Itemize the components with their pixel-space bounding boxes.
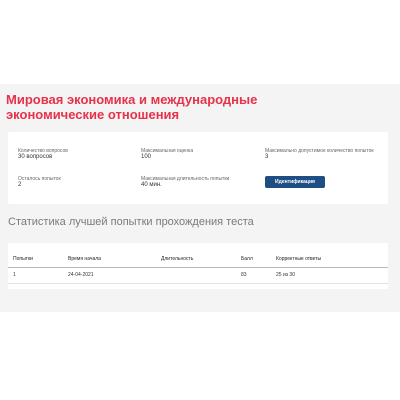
max-duration-field: Максимальная длительность попытки 40 мин… [141, 176, 256, 189]
attempts-left-value: 2 [18, 182, 22, 188]
max-attempts-value: 3 [265, 154, 269, 160]
table-cell-attempt: 1 [13, 272, 16, 278]
max-attempts-field: Максимально допустимое количество попыто… [265, 148, 380, 161]
table-cell-start-time: 24-04-2021 [68, 272, 94, 278]
stats-section-title: Статистика лучшей попытки прохождения те… [8, 216, 254, 228]
questions-count-value: 30 вопросов [18, 154, 53, 160]
max-attempts-label: Максимально допустимое количество попыто… [265, 148, 374, 154]
column-header-duration: Длительность [161, 256, 194, 262]
max-duration-value: 40 мин. [141, 182, 162, 188]
table-cell-score: 83 [241, 272, 247, 278]
table-cell-correct-answers: 25 из 30 [276, 272, 295, 278]
questions-count-field: Количество вопросов 30 вопросов [18, 148, 128, 161]
identification-button[interactable]: Идентификация [265, 176, 325, 188]
test-summary-card: Количество вопросов 30 вопросов Максимал… [8, 132, 388, 204]
page-title: Мировая экономика и международные эконом… [6, 92, 258, 122]
max-score-field: Максимальная оценка 100 [141, 148, 251, 161]
max-score-value: 100 [141, 154, 152, 160]
column-header-correct-answers: Корректные ответы [276, 256, 322, 262]
table-header-divider [8, 267, 388, 268]
stats-table: Попытки Время начала Длительность Балл К… [8, 243, 388, 289]
attempts-left-field: Осталось попыток 2 [18, 176, 128, 189]
table-row-divider [8, 283, 388, 284]
column-header-start-time: Время начала [68, 256, 101, 262]
column-header-attempts: Попытки [13, 256, 33, 262]
column-header-score: Балл [241, 256, 253, 262]
